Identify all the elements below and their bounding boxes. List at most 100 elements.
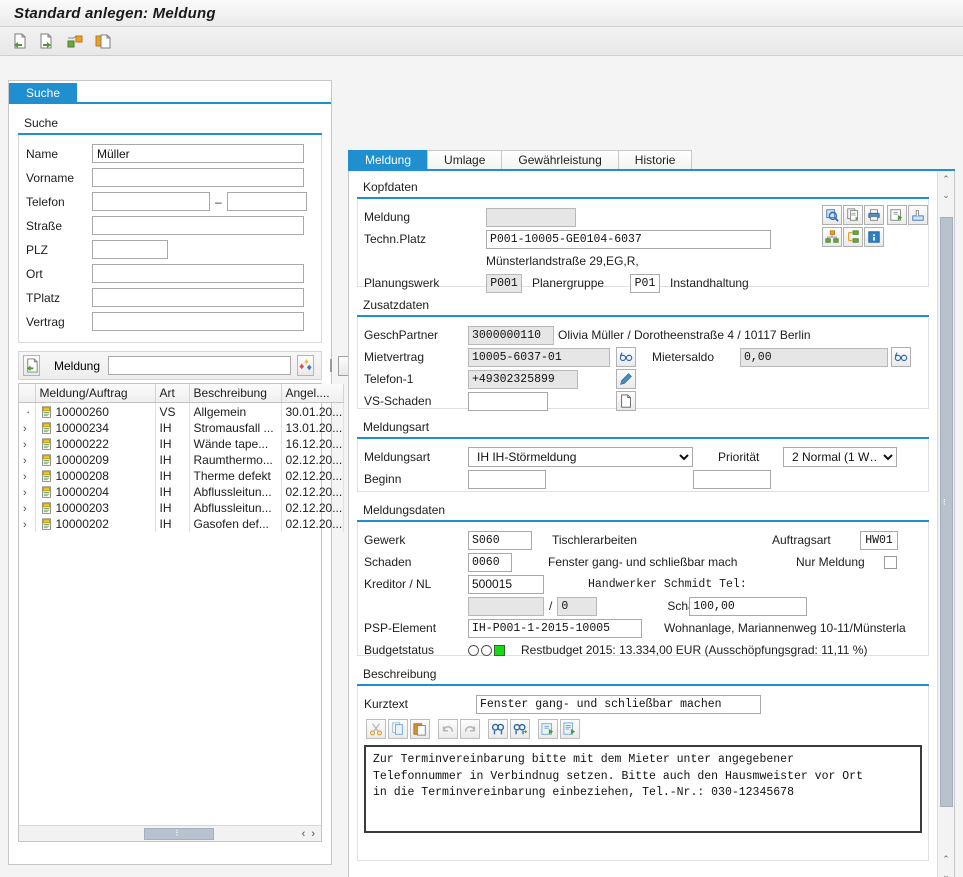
kreditor-input[interactable] [468, 575, 544, 594]
kurztext-input[interactable] [476, 695, 761, 714]
hscroll-left-arrow-icon[interactable]: ‹ [302, 828, 306, 840]
telefon-prefix-input[interactable] [92, 192, 210, 211]
tab-historie[interactable]: Historie [618, 150, 693, 169]
blank-page-icon[interactable] [616, 391, 636, 411]
results-hscroll-arrows[interactable]: ‹ › [296, 828, 321, 840]
copy-document-icon[interactable] [843, 205, 863, 225]
nl-input[interactable] [468, 597, 544, 616]
search-option-checkbox[interactable] [330, 359, 332, 372]
mietvertrag-input[interactable] [468, 348, 610, 367]
ende-input[interactable] [693, 470, 771, 489]
export-icon[interactable] [887, 205, 907, 225]
table-row[interactable]: ›10000208IHTherme defekt02.12.20... [19, 468, 343, 484]
table-row[interactable]: ›10000203IHAbflussleitun...02.12.20... [19, 500, 343, 516]
hand-stamp-icon[interactable] [908, 205, 928, 225]
row-expand-toggle[interactable]: › [19, 452, 35, 468]
redo-icon[interactable] [460, 719, 480, 739]
vscroll-down-arrow-icon[interactable]: ⌄ [938, 187, 955, 203]
results-hscrollbar[interactable]: ⠇ ‹ › [19, 825, 321, 841]
row-address: Münsterlandstraße 29,EG,R, [364, 250, 922, 272]
vertrag-input[interactable] [92, 312, 304, 331]
print-icon[interactable] [864, 205, 884, 225]
mietersaldo-input[interactable] [740, 348, 888, 367]
tab-meldung[interactable]: Meldung [348, 150, 428, 169]
strasse-input[interactable] [92, 216, 304, 235]
cell-meldung-auftrag: 10000208 [35, 468, 155, 484]
psp-element-input[interactable] [468, 619, 642, 638]
planergruppe-input[interactable] [630, 274, 660, 293]
beginn-input[interactable] [468, 470, 546, 489]
telefon1-input[interactable] [468, 370, 578, 389]
pencil-icon[interactable] [616, 369, 636, 389]
tab-meldung-label: Meldung [365, 153, 411, 167]
meldungsart-select[interactable]: IH IH-Störmeldung [468, 447, 693, 467]
glasses-icon-2[interactable] [891, 347, 911, 367]
import-text-icon[interactable] [538, 719, 558, 739]
row-expand-toggle[interactable]: › [19, 500, 35, 516]
vscroll-up-arrow-icon[interactable]: ⌃ [938, 171, 955, 187]
cell-id-label: 10000222 [56, 437, 109, 451]
hscroll-right-arrow-icon[interactable]: › [311, 828, 315, 840]
hierarchy-icon[interactable] [822, 227, 842, 247]
vscroll-page-down-icon[interactable]: ⌄ [938, 867, 955, 877]
find-next-icon[interactable] [510, 719, 530, 739]
row-expand-toggle[interactable]: › [19, 436, 35, 452]
value-help-icon[interactable] [297, 355, 314, 376]
auftragsart-input[interactable] [860, 531, 898, 550]
row-expand-toggle[interactable]: › [19, 516, 35, 532]
info-icon[interactable] [864, 227, 884, 247]
plz-input[interactable] [92, 240, 168, 259]
techn-platz-input[interactable] [486, 230, 771, 249]
refresh-document-icon[interactable] [23, 355, 40, 376]
open-folder-icon[interactable] [65, 31, 85, 51]
forward-document-icon[interactable] [37, 31, 57, 51]
table-row[interactable]: ›10000209IHRaumthermo...02.12.20... [19, 452, 343, 468]
find-icon[interactable] [488, 719, 508, 739]
table-row[interactable]: ·10000260VSAllgemein30.01.20... [19, 403, 343, 421]
tplatz-input[interactable] [92, 288, 304, 307]
planungswerk-input[interactable] [486, 274, 522, 293]
vorname-input[interactable] [92, 168, 304, 187]
ort-input[interactable] [92, 264, 304, 283]
glasses-icon[interactable] [616, 347, 636, 367]
back-document-icon[interactable] [9, 31, 29, 51]
table-row[interactable]: ›10000204IHAbflussleitun...02.12.20... [19, 484, 343, 500]
vscroll-thumb[interactable] [940, 217, 953, 807]
cut-icon[interactable] [366, 719, 386, 739]
table-row[interactable]: ›10000234IHStromausfall ...13.01.20... [19, 420, 343, 436]
row-expand-toggle[interactable]: › [19, 484, 35, 500]
table-row[interactable]: ›10000202IHGasofen def...02.12.20... [19, 516, 343, 532]
nur-meldung-checkbox[interactable] [884, 556, 897, 569]
row-expand-toggle[interactable]: › [19, 468, 35, 484]
new-document-icon[interactable] [93, 31, 113, 51]
copy-icon[interactable] [388, 719, 408, 739]
telefon-number-input[interactable] [227, 192, 307, 211]
prioritaet-select[interactable]: 2 Normal (1 W… [783, 447, 897, 467]
results-hscroll-thumb[interactable]: ⠇ [144, 828, 214, 840]
meldung-number-input[interactable] [486, 208, 576, 227]
name-input[interactable] [92, 144, 304, 163]
row-expand-toggle[interactable]: · [19, 403, 35, 421]
vscroll-page-up-icon[interactable]: ⌃ [938, 851, 955, 867]
tab-suche[interactable]: Suche [9, 83, 77, 102]
vscroll-track[interactable]: ⠇ [938, 203, 955, 851]
detail-vscrollbar[interactable]: ⌃ ⌄ ⠇ ⌃ ⌄ [937, 171, 954, 877]
structure-icon[interactable] [843, 227, 863, 247]
results-hscroll-track[interactable]: ⠇ [21, 828, 294, 840]
meldung-search-input[interactable] [108, 356, 291, 375]
schaden-input[interactable] [468, 553, 512, 572]
tab-umlage[interactable]: Umlage [427, 150, 502, 169]
geschpartner-input[interactable] [468, 326, 554, 345]
paste-icon[interactable] [410, 719, 430, 739]
export-text-icon[interactable] [560, 719, 580, 739]
undo-icon[interactable] [438, 719, 458, 739]
table-row[interactable]: ›10000222IHWände tape...16.12.20... [19, 436, 343, 452]
search-document-icon[interactable] [822, 205, 842, 225]
longtext-textarea[interactable]: Zur Terminvereinbarung bitte mit dem Mie… [364, 745, 922, 833]
vs-schaden-input[interactable] [468, 392, 548, 411]
tab-gewaehrleistung[interactable]: Gewährleistung [501, 150, 618, 169]
schaetzpreis-input[interactable] [689, 597, 807, 616]
nl-input-2[interactable] [557, 597, 597, 616]
row-expand-toggle[interactable]: › [19, 420, 35, 436]
gewerk-input[interactable] [468, 531, 532, 550]
